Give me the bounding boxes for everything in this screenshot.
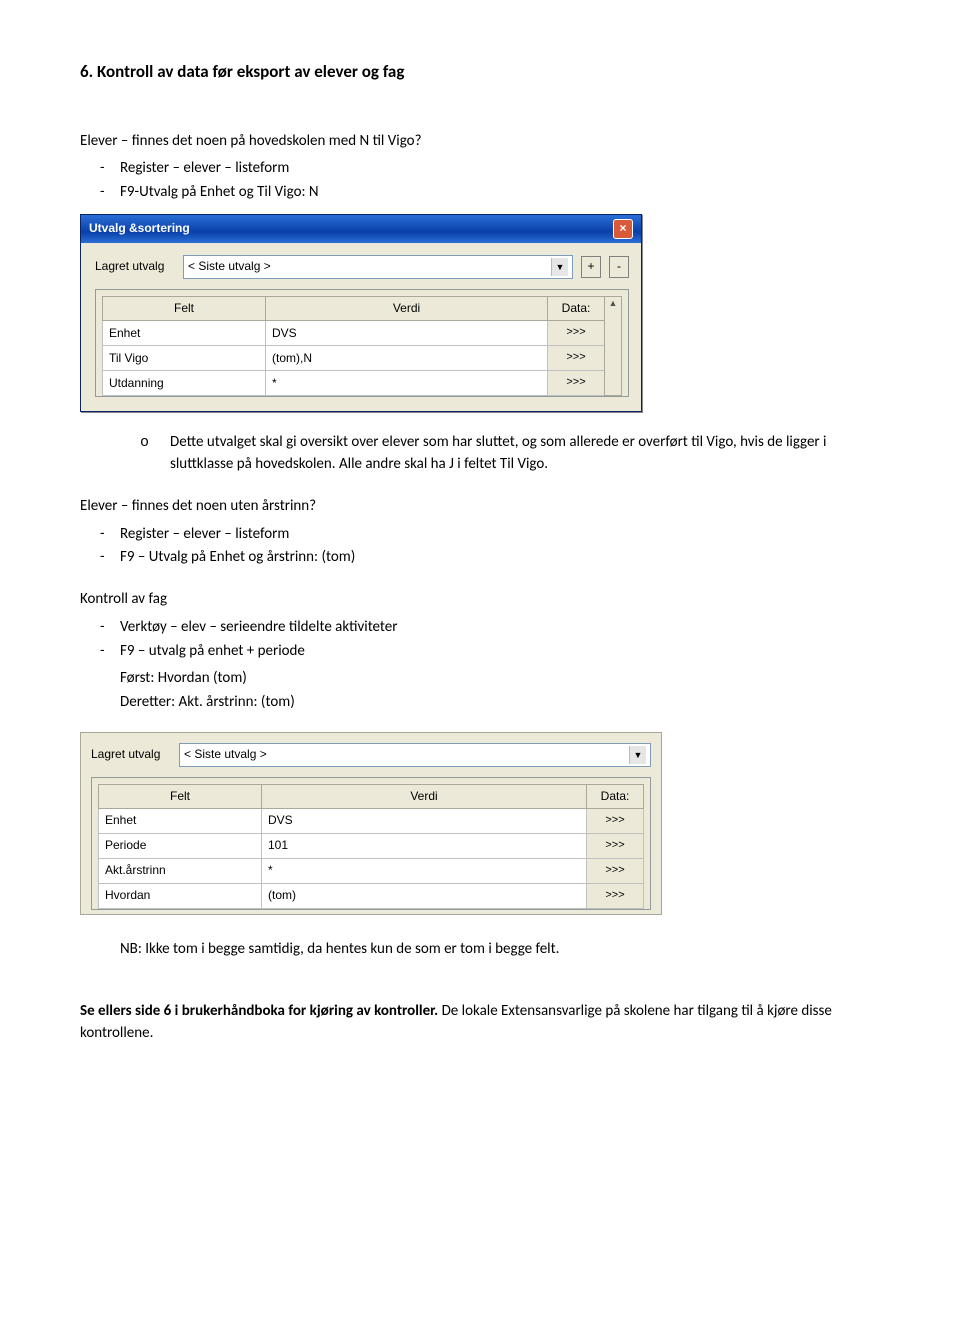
scrollbar[interactable]: ▲ [605,296,622,395]
minus-button[interactable]: - [609,256,629,278]
list-item: Verktøy – elev – serieendre tildelte akt… [80,617,880,639]
cell-verdi[interactable]: 101 [262,834,587,859]
section-intro-3: Kontroll av fag [80,589,880,611]
bullet-list-3: Verktøy – elev – serieendre tildelte akt… [80,617,880,663]
section-intro-1: Elever – finnes det noen på hovedskolen … [80,131,880,153]
combo-value: < Siste utvalg > [188,258,271,275]
footer-note: Se ellers side 6 i brukerhåndboka for kj… [80,1001,880,1045]
dialog-title: Utvalg &sortering [89,220,190,237]
col-data: Data: [548,296,605,320]
table-row: Hvordan (tom) >>> [99,884,644,909]
list-item: Register – elever – listeform [80,158,880,180]
table-row: Periode 101 >>> [99,834,644,859]
sub-bullet-list: Dette utvalget skal gi oversikt over ele… [80,432,880,476]
cell-verdi[interactable]: * [262,859,587,884]
col-data: Data: [587,784,644,808]
action-button[interactable]: >>> [548,371,605,396]
chevron-down-icon[interactable]: ▼ [551,258,568,276]
lagret-utvalg-label: Lagret utvalg [95,258,175,275]
scroll-up-icon[interactable]: ▲ [609,298,618,308]
action-button[interactable]: >>> [548,321,605,346]
section-intro-2: Elever – finnes det noen uten årstrinn? [80,496,880,518]
table-row: Til Vigo (tom),N >>> [103,346,622,371]
cell-felt[interactable]: Hvordan [99,884,262,909]
table-row: Utdanning * >>> [103,371,622,396]
col-verdi: Verdi [262,784,587,808]
plus-button[interactable]: + [581,256,601,278]
cell-felt[interactable]: Enhet [99,809,262,834]
utvalg-dialog-1: Utvalg &sortering × Lagret utvalg < Sist… [80,214,642,412]
nb-note: NB: Ikke tom i begge samtidig, da hentes… [80,939,880,961]
cell-verdi[interactable]: DVS [266,321,548,346]
cell-felt[interactable]: Utdanning [103,371,266,396]
page-title: 6. Kontroll av data før eksport av eleve… [80,60,880,85]
cell-felt[interactable]: Periode [99,834,262,859]
col-verdi: Verdi [266,296,548,320]
action-button[interactable]: >>> [587,834,644,859]
col-felt: Felt [99,784,262,808]
dialog-titlebar: Utvalg &sortering × [81,215,641,243]
utvalg-grid-1: Felt Verdi Data: ▲ Enhet DVS >>> Til Vig… [102,296,622,396]
list-item: F9-Utvalg på Enhet og Til Vigo: N [80,182,880,204]
line-deretter: Deretter: Akt. årstrinn: (tom) [120,692,880,714]
list-item: Register – elever – listeform [80,524,880,546]
table-row: Enhet DVS >>> [103,321,622,346]
list-item: Dette utvalget skal gi oversikt over ele… [80,432,880,476]
action-button[interactable]: >>> [587,859,644,884]
action-button[interactable]: >>> [548,346,605,371]
footer-bold: Se ellers side 6 i brukerhåndboka for kj… [80,1002,442,1020]
lagret-utvalg-combo[interactable]: < Siste utvalg > ▼ [179,743,651,767]
table-row: Enhet DVS >>> [99,809,644,834]
action-button[interactable]: >>> [587,884,644,909]
cell-felt[interactable]: Enhet [103,321,266,346]
list-item: F9 – Utvalg på Enhet og årstrinn: (tom) [80,547,880,569]
bullet-list-1: Register – elever – listeform F9-Utvalg … [80,158,880,204]
cell-verdi[interactable]: * [266,371,548,396]
col-felt: Felt [103,296,266,320]
list-item: F9 – utvalg på enhet + periode [80,641,880,663]
utvalg-grid-2: Felt Verdi Data: Enhet DVS >>> Periode 1… [98,784,644,909]
cell-felt[interactable]: Til Vigo [103,346,266,371]
action-button[interactable]: >>> [587,809,644,834]
utvalg-panel-2: Lagret utvalg < Siste utvalg > ▼ Felt Ve… [80,732,662,915]
cell-verdi[interactable]: (tom),N [266,346,548,371]
line-forst: Først: Hvordan (tom) [120,668,880,690]
lagret-utvalg-label: Lagret utvalg [91,746,171,763]
bullet-list-2: Register – elever – listeform F9 – Utval… [80,524,880,570]
combo-value: < Siste utvalg > [184,746,267,763]
cell-verdi[interactable]: DVS [262,809,587,834]
cell-verdi[interactable]: (tom) [262,884,587,909]
close-icon[interactable]: × [613,219,633,239]
cell-felt[interactable]: Akt.årstrinn [99,859,262,884]
chevron-down-icon[interactable]: ▼ [629,746,646,764]
table-row: Akt.årstrinn * >>> [99,859,644,884]
lagret-utvalg-combo[interactable]: < Siste utvalg > ▼ [183,255,573,279]
